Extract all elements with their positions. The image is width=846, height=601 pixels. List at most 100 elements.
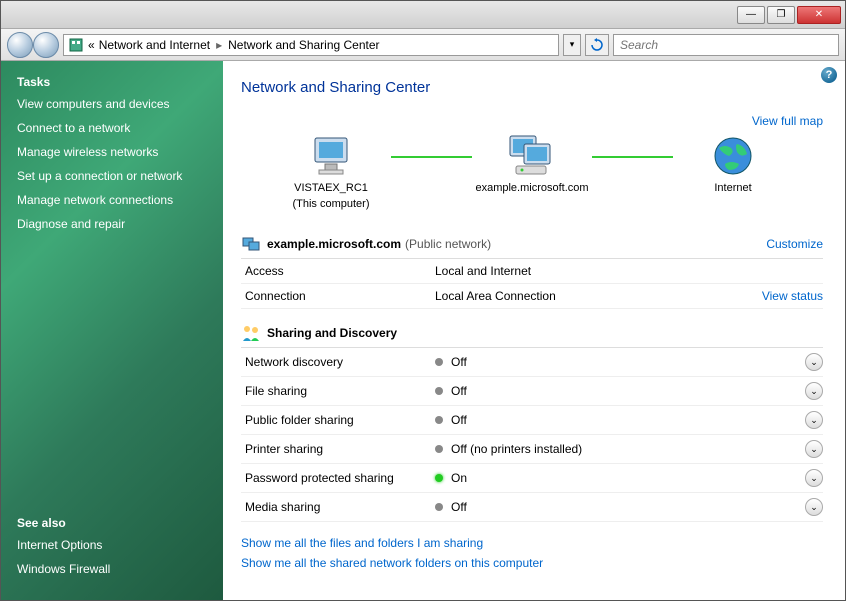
refresh-icon xyxy=(590,38,604,52)
map-node-label: VISTAEX_RC1 xyxy=(294,182,368,194)
sharing-label: Printer sharing xyxy=(245,442,435,456)
map-node-sublabel xyxy=(530,198,533,210)
sharing-section: Sharing and Discovery Network discovery O… xyxy=(241,323,823,522)
search-input[interactable] xyxy=(613,34,839,56)
minimize-button[interactable]: — xyxy=(737,6,765,24)
sharing-row: Network discovery Off⌄ xyxy=(241,348,823,377)
titlebar: — ❐ ✕ xyxy=(1,1,845,29)
bottom-links: Show me all the files and folders I am s… xyxy=(241,536,823,570)
network-map: VISTAEX_RC1 (This computer) example.micr… xyxy=(241,134,823,220)
back-button[interactable] xyxy=(7,32,33,58)
status-dot xyxy=(435,445,443,453)
expand-button[interactable]: ⌄ xyxy=(805,469,823,487)
map-node-this-computer: VISTAEX_RC1 (This computer) xyxy=(261,134,401,210)
sharing-value: Off xyxy=(451,355,805,369)
task-view-computers[interactable]: View computers and devices xyxy=(17,97,207,111)
connection-row: Connection Local Area Connection View st… xyxy=(241,284,823,309)
network-type: (Public network) xyxy=(405,237,491,251)
network-section-header: example.microsoft.com (Public network) C… xyxy=(241,234,823,259)
sharing-row: Password protected sharing On⌄ xyxy=(241,464,823,493)
show-folders-link[interactable]: Show me all the shared network folders o… xyxy=(241,556,543,570)
map-node-internet: Internet xyxy=(663,134,803,210)
sharing-label: Public folder sharing xyxy=(245,413,435,427)
connection-label: Connection xyxy=(245,289,435,303)
sidebar-spacer xyxy=(17,241,207,516)
access-label: Access xyxy=(245,264,435,278)
maximize-button[interactable]: ❐ xyxy=(767,6,795,24)
address-bar[interactable]: « Network and Internet ▸ Network and Sha… xyxy=(63,34,559,56)
expand-button[interactable]: ⌄ xyxy=(805,382,823,400)
seealso-internet-options[interactable]: Internet Options xyxy=(17,538,207,552)
expand-button[interactable]: ⌄ xyxy=(805,440,823,458)
connection-line-2 xyxy=(592,156,673,158)
seealso-heading: See also xyxy=(17,516,207,530)
map-node-gateway: example.microsoft.com xyxy=(462,134,602,210)
network-icon xyxy=(241,234,261,254)
expand-button[interactable]: ⌄ xyxy=(805,411,823,429)
seealso-windows-firewall[interactable]: Windows Firewall xyxy=(17,562,207,576)
customize-link[interactable]: Customize xyxy=(766,237,823,251)
computer-icon xyxy=(307,134,355,178)
gateway-icon xyxy=(506,134,558,178)
task-diagnose[interactable]: Diagnose and repair xyxy=(17,217,207,231)
task-connect-network[interactable]: Connect to a network xyxy=(17,121,207,135)
access-row: Access Local and Internet xyxy=(241,259,823,284)
view-status-link[interactable]: View status xyxy=(762,289,823,303)
navbar: « Network and Internet ▸ Network and Sha… xyxy=(1,29,845,61)
access-value: Local and Internet xyxy=(435,264,823,278)
breadcrumb-1[interactable]: Network and Internet xyxy=(99,38,210,52)
breadcrumb-sep: ▸ xyxy=(216,38,222,52)
sharing-label: File sharing xyxy=(245,384,435,398)
help-icon[interactable]: ? xyxy=(821,67,837,83)
body: Tasks View computers and devices Connect… xyxy=(1,61,845,600)
forward-button[interactable] xyxy=(33,32,59,58)
address-dropdown[interactable]: ▾ xyxy=(563,34,581,56)
view-full-map-row: View full map xyxy=(241,114,823,128)
breadcrumb-2[interactable]: Network and Sharing Center xyxy=(228,38,379,52)
sharing-row: Printer sharing Off (no printers installe… xyxy=(241,435,823,464)
show-files-link[interactable]: Show me all the files and folders I am s… xyxy=(241,536,483,550)
sharing-label: Password protected sharing xyxy=(245,471,435,485)
expand-button[interactable]: ⌄ xyxy=(805,353,823,371)
connection-line-1 xyxy=(391,156,472,158)
task-manage-connections[interactable]: Manage network connections xyxy=(17,193,207,207)
status-dot xyxy=(435,358,443,366)
people-icon xyxy=(241,323,261,343)
status-dot xyxy=(435,503,443,511)
sharing-value: Off (no printers installed) xyxy=(451,442,805,456)
sharing-label: Network discovery xyxy=(245,355,435,369)
control-panel-icon xyxy=(68,37,84,53)
sharing-row: Public folder sharing Off⌄ xyxy=(241,406,823,435)
sharing-heading: Sharing and Discovery xyxy=(267,326,397,340)
tasks-heading: Tasks xyxy=(17,75,207,89)
refresh-button[interactable] xyxy=(585,34,609,56)
map-node-label: example.microsoft.com xyxy=(475,182,588,194)
sharing-section-header: Sharing and Discovery xyxy=(241,323,823,348)
network-section: example.microsoft.com (Public network) C… xyxy=(241,234,823,309)
sharing-value: Off xyxy=(451,384,805,398)
window: — ❐ ✕ « Network and Internet ▸ Network a… xyxy=(0,0,846,601)
page-title: Network and Sharing Center xyxy=(241,79,823,96)
task-setup-connection[interactable]: Set up a connection or network xyxy=(17,169,207,183)
close-button[interactable]: ✕ xyxy=(797,6,841,24)
expand-button[interactable]: ⌄ xyxy=(805,498,823,516)
network-name: example.microsoft.com xyxy=(267,237,401,251)
sharing-value: Off xyxy=(451,500,805,514)
sharing-value: On xyxy=(451,471,805,485)
map-node-sublabel: (This computer) xyxy=(292,198,369,210)
map-node-sublabel xyxy=(731,198,734,210)
globe-icon xyxy=(711,134,755,178)
nav-buttons xyxy=(7,32,59,58)
sharing-value: Off xyxy=(451,413,805,427)
map-node-label: Internet xyxy=(714,182,751,194)
connection-value: Local Area Connection xyxy=(435,289,762,303)
sidebar: Tasks View computers and devices Connect… xyxy=(1,61,223,600)
status-dot xyxy=(435,387,443,395)
breadcrumb-root[interactable]: « xyxy=(88,38,95,52)
status-dot xyxy=(435,474,443,482)
sharing-row: File sharing Off⌄ xyxy=(241,377,823,406)
view-full-map-link[interactable]: View full map xyxy=(752,114,823,128)
task-manage-wireless[interactable]: Manage wireless networks xyxy=(17,145,207,159)
sharing-label: Media sharing xyxy=(245,500,435,514)
status-dot xyxy=(435,416,443,424)
